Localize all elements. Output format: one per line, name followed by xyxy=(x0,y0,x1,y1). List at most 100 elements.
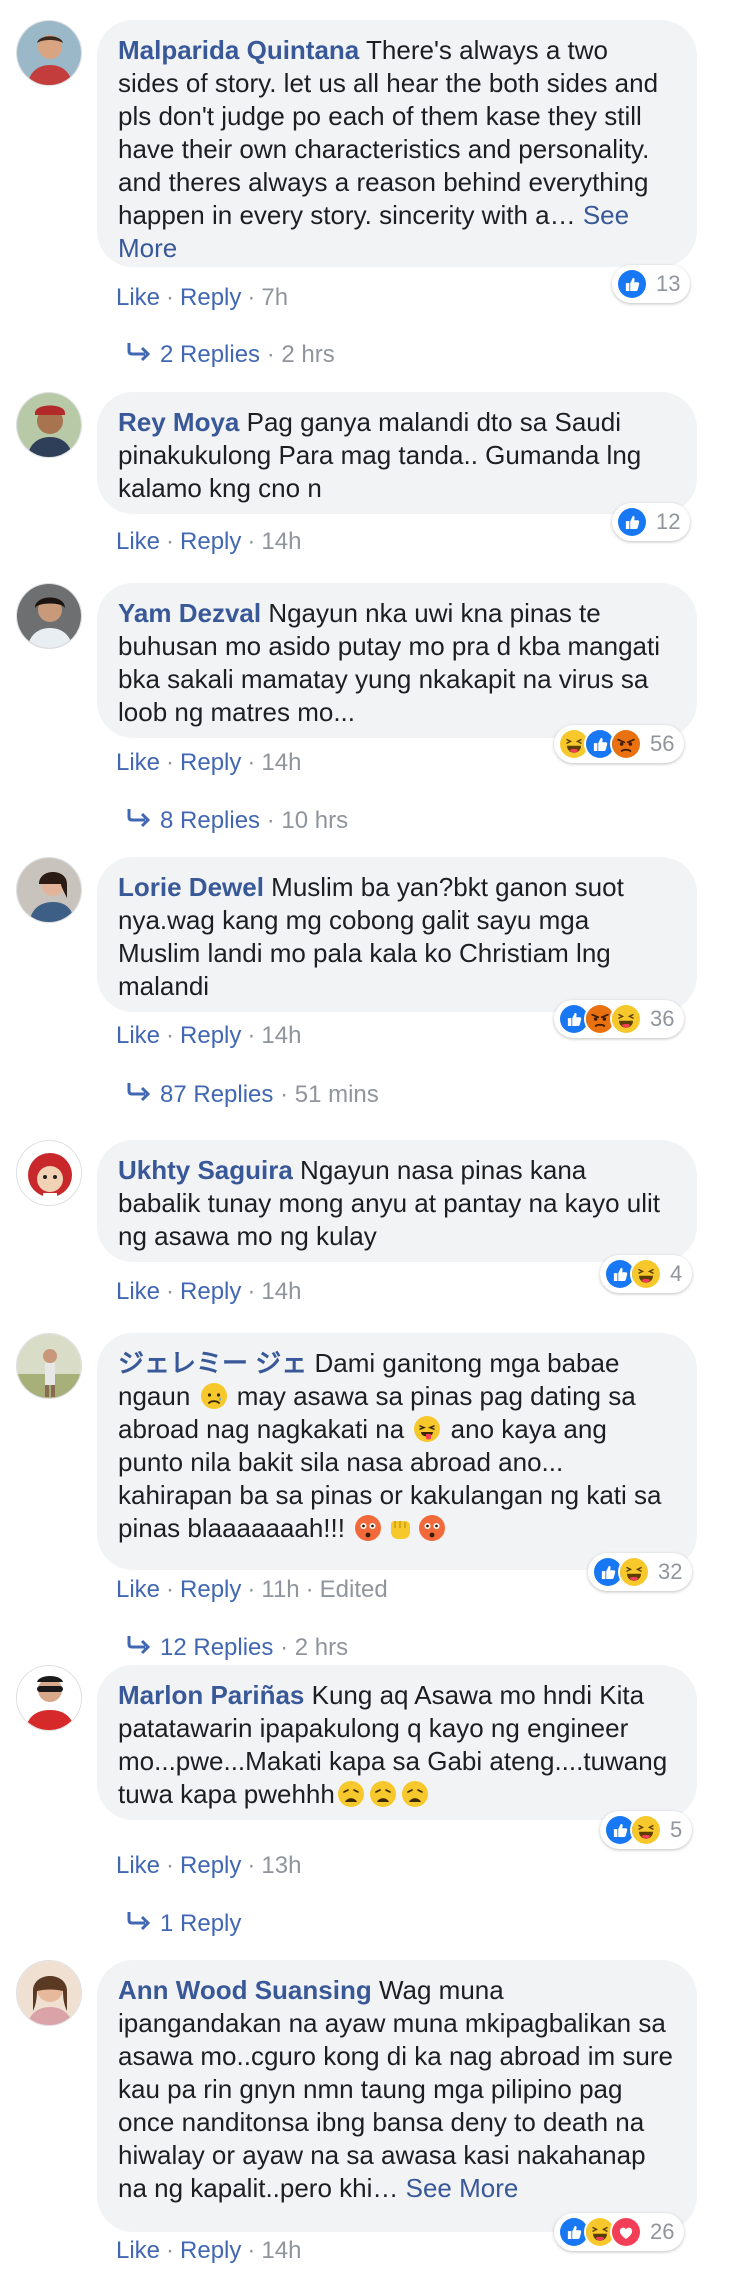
reaction-summary[interactable]: 13 xyxy=(612,265,691,303)
view-replies-link[interactable]: 2 Replies · 2 hrs xyxy=(126,340,335,370)
reaction-summary[interactable]: 36 xyxy=(554,1000,685,1038)
replies-count[interactable]: 2 Replies xyxy=(160,341,260,368)
comment-actions: Like · Reply · 14h xyxy=(116,528,302,555)
replies-time: 10 hrs xyxy=(281,807,349,834)
timestamp[interactable]: 14h xyxy=(261,1022,301,1049)
comment-author[interactable]: ジェレミー ジェ xyxy=(118,1348,307,1378)
avatar[interactable] xyxy=(16,1333,82,1399)
like-button[interactable]: Like xyxy=(116,1852,160,1879)
like-button[interactable]: Like xyxy=(116,1576,160,1603)
laughing-face-icon xyxy=(610,1003,642,1035)
reply-arrow-icon xyxy=(126,1080,160,1110)
flushed-face-icon xyxy=(355,1515,382,1541)
timestamp[interactable]: 14h xyxy=(261,2237,301,2264)
edited-label: Edited xyxy=(319,1576,388,1603)
view-replies-link[interactable]: 1 Reply xyxy=(126,1909,241,1939)
avatar[interactable] xyxy=(16,392,82,458)
reaction-count: 36 xyxy=(650,1006,675,1031)
tongue-face-icon xyxy=(413,1415,442,1443)
like-button[interactable]: Like xyxy=(116,284,160,311)
like-button[interactable]: Like xyxy=(116,528,160,555)
thumbs-up-icon xyxy=(616,506,648,538)
comment-author[interactable]: Rey Moya xyxy=(118,407,239,437)
timestamp[interactable]: 7h xyxy=(261,284,288,311)
avatar[interactable] xyxy=(16,1140,82,1206)
view-replies-link[interactable]: 87 Replies · 51 mins xyxy=(126,1080,379,1110)
weary-face-icon xyxy=(401,1780,429,1808)
like-button[interactable]: Like xyxy=(116,1278,160,1305)
reply-arrow-icon xyxy=(126,1633,160,1663)
comment-actions: Like · Reply · 14h xyxy=(116,2237,302,2264)
comment-author[interactable]: Marlon Pariñas xyxy=(118,1680,304,1710)
timestamp[interactable]: 14h xyxy=(261,1278,301,1305)
comment-bubble: Rey Moya Pag ganya malandi dto sa Saudi … xyxy=(97,392,697,514)
timestamp[interactable]: 14h xyxy=(261,528,301,555)
comment-bubble: Lorie Dewel Muslim ba yan?bkt ganon suot… xyxy=(97,857,697,1012)
reply-button[interactable]: Reply xyxy=(180,1852,241,1879)
timestamp[interactable]: 13h xyxy=(261,1852,301,1879)
avatar[interactable] xyxy=(16,857,82,923)
reply-button[interactable]: Reply xyxy=(180,749,241,776)
comment-actions: Like · Reply · 14h xyxy=(116,749,302,776)
reaction-summary[interactable]: 56 xyxy=(554,725,685,763)
comment-author[interactable]: Yam Dezval xyxy=(118,598,261,628)
reply-button[interactable]: Reply xyxy=(180,1278,241,1305)
comment-bubble: Ann Wood Suansing Wag muna ipangandakan … xyxy=(97,1960,697,2232)
view-replies-link[interactable]: 12 Replies · 2 hrs xyxy=(126,1633,348,1663)
reaction-count: 32 xyxy=(658,1559,683,1584)
reaction-count: 13 xyxy=(656,271,681,296)
avatar[interactable] xyxy=(16,1665,82,1731)
replies-count[interactable]: 8 Replies xyxy=(160,807,260,834)
comment-author[interactable]: Lorie Dewel xyxy=(118,872,264,902)
reaction-summary[interactable]: 12 xyxy=(612,503,691,541)
fist-icon xyxy=(390,1520,411,1540)
comment-author[interactable]: Ukhty Saguira xyxy=(118,1155,293,1185)
comment-author[interactable]: Ann Wood Suansing xyxy=(118,1975,372,2005)
reply-arrow-icon xyxy=(126,1909,160,1939)
reply-button[interactable]: Reply xyxy=(180,528,241,555)
laughing-face-icon xyxy=(618,1556,650,1588)
like-button[interactable]: Like xyxy=(116,749,160,776)
reaction-summary[interactable]: 5 xyxy=(600,1811,693,1849)
see-more-link[interactable]: See More xyxy=(406,2173,519,2203)
weary-face-icon xyxy=(369,1780,397,1808)
replies-time: 2 hrs xyxy=(294,1634,349,1661)
reaction-summary[interactable]: 32 xyxy=(588,1553,693,1591)
replies-time: 51 mins xyxy=(294,1081,379,1108)
reply-button[interactable]: Reply xyxy=(180,1022,241,1049)
view-replies-link[interactable]: 8 Replies · 10 hrs xyxy=(126,806,348,836)
replies-count[interactable]: 87 Replies xyxy=(160,1081,273,1108)
reply-button[interactable]: Reply xyxy=(180,284,241,311)
comment-text: Wag muna ipangandakan na ayaw muna mkipa… xyxy=(118,1975,673,2203)
like-button[interactable]: Like xyxy=(116,2237,160,2264)
laughing-face-icon xyxy=(630,1258,662,1290)
replies-count[interactable]: 1 Reply xyxy=(160,1910,241,1937)
weary-face-icon xyxy=(337,1780,365,1808)
reaction-summary[interactable]: 26 xyxy=(554,2213,685,2251)
avatar[interactable] xyxy=(16,20,82,86)
replies-count[interactable]: 12 Replies xyxy=(160,1634,273,1661)
reaction-count: 12 xyxy=(656,509,681,534)
timestamp[interactable]: 14h xyxy=(261,749,301,776)
avatar[interactable] xyxy=(16,1960,82,2026)
replies-time: 2 hrs xyxy=(281,341,335,368)
comment-bubble: Malparida Quintana There's always a two … xyxy=(97,20,697,267)
thumbs-up-icon xyxy=(616,268,648,300)
avatar[interactable] xyxy=(16,583,82,649)
reply-button[interactable]: Reply xyxy=(180,2237,241,2264)
reaction-count: 56 xyxy=(650,731,675,756)
comment-bubble: Ukhty Saguira Ngayun nasa pinas kana bab… xyxy=(97,1140,697,1262)
sad-face-icon xyxy=(199,1382,228,1410)
flushed-face-icon xyxy=(419,1515,446,1541)
like-button[interactable]: Like xyxy=(116,1022,160,1049)
reaction-count: 4 xyxy=(670,1261,683,1286)
reply-arrow-icon xyxy=(126,806,160,836)
comment-bubble: Marlon Pariñas Kung aq Asawa mo hndi Kit… xyxy=(97,1665,697,1820)
timestamp[interactable]: 11h xyxy=(261,1576,299,1603)
reaction-summary[interactable]: 4 xyxy=(600,1255,693,1293)
laughing-face-icon xyxy=(630,1814,662,1846)
comment-bubble: Yam Dezval Ngayun nka uwi kna pinas te b… xyxy=(97,583,697,738)
comment-author[interactable]: Malparida Quintana xyxy=(118,35,359,65)
comment-actions: Like · Reply · 14h xyxy=(116,1278,302,1305)
reply-button[interactable]: Reply xyxy=(180,1576,241,1603)
